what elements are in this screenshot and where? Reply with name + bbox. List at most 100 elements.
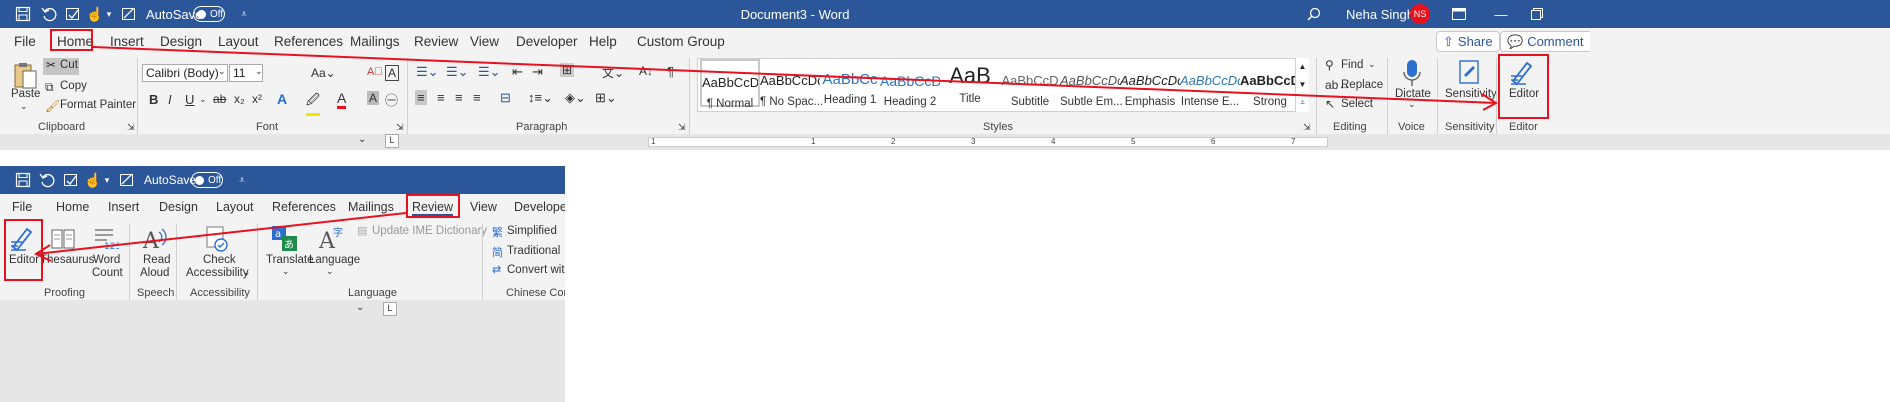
scroll-up-icon[interactable]: ▲: [1296, 58, 1309, 76]
cut-button[interactable]: ✂ Cut: [43, 58, 79, 75]
style-heading-2[interactable]: AaBbCcD Heading 2: [880, 59, 940, 109]
tab-file[interactable]: File: [12, 200, 32, 214]
nav-pane-collapse-icon[interactable]: ⌄: [356, 302, 364, 313]
style-strong[interactable]: AaBbCcDc Strong: [1240, 59, 1300, 109]
read-aloud-label-2[interactable]: Aloud: [140, 267, 169, 279]
clipboard-launcher-icon[interactable]: ⇲: [127, 122, 135, 133]
tab-custom-group[interactable]: Custom Group: [637, 34, 725, 49]
translate-label[interactable]: Translate: [266, 254, 314, 266]
autosave-toggle[interactable]: Off: [191, 172, 223, 188]
tab-references[interactable]: References: [274, 34, 343, 49]
word-count-label-2[interactable]: Count: [92, 267, 123, 279]
change-case-icon[interactable]: Aa⌄: [311, 66, 336, 80]
avatar[interactable]: NS: [1410, 4, 1430, 24]
justify-icon[interactable]: ≡: [473, 90, 481, 105]
clear-formatting-icon[interactable]: A⃠: [367, 66, 383, 78]
translate-dropdown-icon[interactable]: ⌄: [282, 266, 290, 277]
text-effects-icon[interactable]: A: [277, 91, 287, 107]
picture-check-icon[interactable]: [62, 171, 80, 189]
font-name-dropdown-icon[interactable]: ⌄: [218, 66, 226, 77]
styles-launcher-icon[interactable]: ⇲: [1303, 122, 1311, 133]
tab-insert[interactable]: Insert: [110, 34, 144, 49]
find-icon[interactable]: ⚲: [1325, 58, 1334, 72]
style-intense-emphasis[interactable]: AaBbCcDc Intense E...: [1180, 59, 1240, 109]
strikethrough-icon[interactable]: ab: [213, 92, 226, 106]
bullets-icon[interactable]: ☰⌄: [416, 64, 439, 80]
styles-scroll[interactable]: ▲ ▼ ⩡: [1295, 58, 1309, 112]
qat-customize-icon[interactable]: ⩡: [238, 5, 250, 23]
search-icon[interactable]: [1305, 5, 1323, 23]
numbering-icon[interactable]: ☰⌄: [446, 64, 469, 80]
read-aloud-label-1[interactable]: Read: [143, 254, 171, 266]
tab-references[interactable]: References: [272, 200, 336, 214]
enclose-characters-icon[interactable]: ㊀: [385, 90, 398, 109]
thesaurus-label[interactable]: Thesaurus: [40, 254, 94, 266]
decrease-indent-icon[interactable]: ⇤: [512, 64, 523, 80]
qat-dropdown-icon[interactable]: ▾: [102, 171, 112, 189]
undo-icon[interactable]: [40, 5, 58, 23]
traditional-label[interactable]: Traditional: [507, 245, 560, 257]
save-icon[interactable]: [14, 5, 32, 23]
asian-layout-icon[interactable]: 文⌄: [602, 64, 624, 81]
format-painter-icon[interactable]: 🖌: [45, 99, 60, 113]
highlight-icon[interactable]: 🖉: [306, 91, 320, 116]
tab-view[interactable]: View: [470, 200, 497, 214]
tab-mailings[interactable]: Mailings: [350, 34, 400, 49]
paragraph-launcher-icon[interactable]: ⇲: [678, 122, 686, 133]
show-formatting-icon[interactable]: ¶: [667, 64, 674, 79]
minimize-icon[interactable]: —: [1492, 5, 1510, 23]
tab-review[interactable]: Review: [414, 34, 458, 49]
tab-design[interactable]: Design: [159, 200, 198, 214]
language-dropdown-icon[interactable]: ⌄: [326, 266, 334, 277]
thesaurus-icon[interactable]: [49, 224, 77, 252]
share-button[interactable]: ⇧ Share: [1436, 31, 1500, 52]
check-accessibility-icon[interactable]: [203, 224, 231, 254]
user-name[interactable]: Neha Singh: [1346, 5, 1414, 23]
comments-button[interactable]: 💬 Comment: [1500, 31, 1590, 52]
check-accessibility-dropdown-icon[interactable]: ⌄: [243, 267, 251, 278]
tab-help[interactable]: Help: [589, 34, 617, 49]
review-check-icon[interactable]: [120, 5, 138, 23]
paste-dropdown-icon[interactable]: ⌄: [20, 101, 28, 112]
align-left-icon[interactable]: ≡: [415, 90, 427, 105]
font-name-combo[interactable]: Calibri (Body): [142, 64, 228, 82]
touch-mode-icon[interactable]: ☝: [86, 5, 104, 23]
select-label[interactable]: Select: [1341, 98, 1373, 110]
find-label[interactable]: Find: [1341, 59, 1363, 71]
style-normal[interactable]: AaBbCcDc ¶ Normal: [700, 59, 760, 110]
save-icon[interactable]: [14, 171, 32, 189]
style-title[interactable]: AaB Title: [940, 59, 1000, 109]
ruler-tab-selector-icon[interactable]: L: [383, 302, 397, 316]
ribbon-display-icon[interactable]: [1450, 5, 1468, 23]
qat-dropdown-icon[interactable]: ▾: [104, 5, 114, 23]
bold-icon[interactable]: B: [149, 92, 158, 107]
word-count-label-1[interactable]: Word: [93, 254, 120, 266]
convert-label[interactable]: Convert with: [507, 264, 565, 276]
translate-icon[interactable]: aあ: [270, 224, 300, 254]
style-emphasis[interactable]: AaBbCcDc Emphasis: [1120, 59, 1180, 109]
sort-icon[interactable]: A↓: [639, 64, 653, 78]
copy-icon[interactable]: ⧉: [45, 80, 54, 95]
italic-icon[interactable]: I: [168, 92, 172, 107]
style-subtle-emphasis[interactable]: AaBbCcDc Subtle Em...: [1060, 59, 1123, 109]
microphone-icon[interactable]: [1401, 58, 1423, 88]
format-painter-label[interactable]: Format Painter: [60, 99, 136, 111]
undo-icon[interactable]: [38, 171, 56, 189]
convert-icon[interactable]: ⇄: [492, 263, 501, 276]
character-shading-icon[interactable]: A: [367, 91, 380, 105]
text-effects-box-icon[interactable]: A: [385, 65, 400, 81]
read-aloud-icon[interactable]: A: [140, 224, 168, 254]
sensitivity-icon[interactable]: [1456, 58, 1482, 86]
multilevel-list-icon[interactable]: ☰⌄: [478, 64, 501, 80]
restore-icon[interactable]: [1528, 5, 1546, 23]
ruler-tab-selector-icon[interactable]: L: [385, 134, 399, 148]
paste-label[interactable]: Paste: [11, 88, 40, 100]
language-label[interactable]: Language: [309, 254, 360, 266]
touch-mode-icon[interactable]: ☝: [84, 171, 102, 189]
dictate-dropdown-icon[interactable]: ⌄: [1408, 99, 1416, 110]
font-launcher-icon[interactable]: ⇲: [396, 122, 404, 133]
chinese-layout-icon[interactable]: ⊞: [560, 63, 575, 77]
font-color-icon[interactable]: A: [337, 90, 347, 109]
superscript-icon[interactable]: x²: [252, 92, 262, 106]
review-check-icon[interactable]: [118, 171, 136, 189]
